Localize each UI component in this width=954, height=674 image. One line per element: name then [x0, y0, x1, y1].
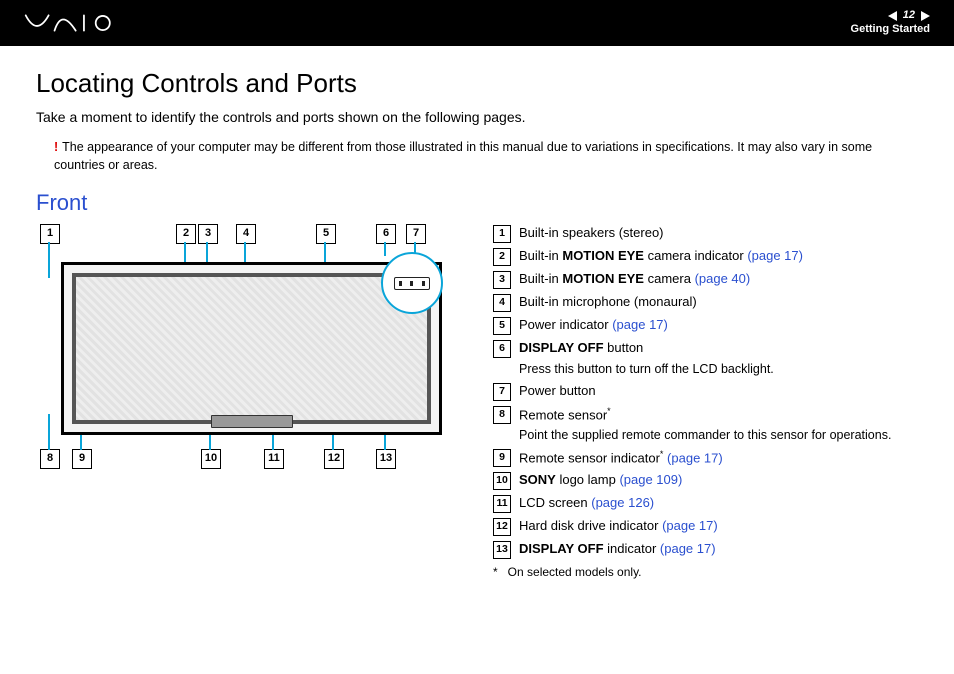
callout-9: 9 — [72, 449, 92, 469]
header-right: 12 Getting Started — [851, 9, 930, 37]
callout-3: 3 — [198, 224, 218, 244]
legend-item-7: Power button — [519, 382, 596, 400]
page-title: Locating Controls and Ports — [36, 68, 918, 99]
legend-item-9: Remote sensor indicator* (page 17) — [519, 448, 723, 467]
legend: 1Built-in speakers (stereo) 2Built-in MO… — [493, 224, 918, 579]
page-link[interactable]: (page 126) — [591, 495, 654, 510]
callout-1: 1 — [40, 224, 60, 244]
legend-item-2: Built-in MOTION EYE camera indicator (pa… — [519, 247, 803, 265]
page-link[interactable]: (page 109) — [619, 472, 682, 487]
callout-6: 6 — [376, 224, 396, 244]
warning-note: !The appearance of your computer may be … — [54, 139, 918, 174]
vaio-logo — [16, 13, 126, 33]
callout-11: 11 — [264, 449, 284, 469]
pager: 12 — [851, 9, 930, 23]
page-link[interactable]: (page 17) — [660, 541, 716, 556]
page-link[interactable]: (page 17) — [662, 518, 718, 533]
warning-text: The appearance of your computer may be d… — [54, 140, 872, 172]
legend-item-11: LCD screen (page 126) — [519, 494, 654, 512]
legend-item-8: Remote sensor* — [519, 405, 611, 424]
callout-8: 8 — [40, 449, 60, 469]
page-link[interactable]: (page 17) — [612, 317, 668, 332]
legend-item-3: Built-in MOTION EYE camera (page 40) — [519, 270, 750, 288]
figure: 1 2 3 4 5 6 7 8 9 10 11 12 13 — [36, 224, 461, 579]
page-link[interactable]: (page 40) — [695, 271, 751, 286]
legend-item-6: DISPLAY OFF button — [519, 339, 643, 357]
content: Locating Controls and Ports Take a momen… — [0, 46, 954, 579]
callout-10: 10 — [201, 449, 221, 469]
legend-item-1: Built-in speakers (stereo) — [519, 224, 664, 242]
section-label: Getting Started — [851, 23, 930, 37]
callout-5: 5 — [316, 224, 336, 244]
callout-2: 2 — [176, 224, 196, 244]
callout-4: 4 — [236, 224, 256, 244]
legend-item-4: Built-in microphone (monaural) — [519, 293, 697, 311]
legend-item-12: Hard disk drive indicator (page 17) — [519, 517, 718, 535]
warning-icon: ! — [54, 140, 58, 154]
zoom-detail — [381, 252, 443, 314]
legend-item-6-sub: Press this button to turn off the LCD ba… — [519, 362, 918, 376]
callout-13: 13 — [376, 449, 396, 469]
callout-12: 12 — [324, 449, 344, 469]
callout-7: 7 — [406, 224, 426, 244]
legend-item-10: SONY logo lamp (page 109) — [519, 471, 682, 489]
legend-item-13: DISPLAY OFF indicator (page 17) — [519, 540, 716, 558]
legend-item-5: Power indicator (page 17) — [519, 316, 668, 334]
legend-item-8-sub: Point the supplied remote commander to t… — [519, 428, 918, 442]
next-page-arrow[interactable] — [921, 11, 930, 21]
prev-page-arrow[interactable] — [888, 11, 897, 21]
footnote: *On selected models only. — [493, 565, 918, 579]
header-bar: 12 Getting Started — [0, 0, 954, 46]
page-link[interactable]: (page 17) — [667, 450, 723, 465]
page-link[interactable]: (page 17) — [747, 248, 803, 263]
page-number: 12 — [903, 9, 915, 23]
subheading-front: Front — [36, 190, 918, 216]
sony-logo-lamp — [211, 415, 293, 428]
intro-text: Take a moment to identify the controls a… — [36, 109, 918, 125]
